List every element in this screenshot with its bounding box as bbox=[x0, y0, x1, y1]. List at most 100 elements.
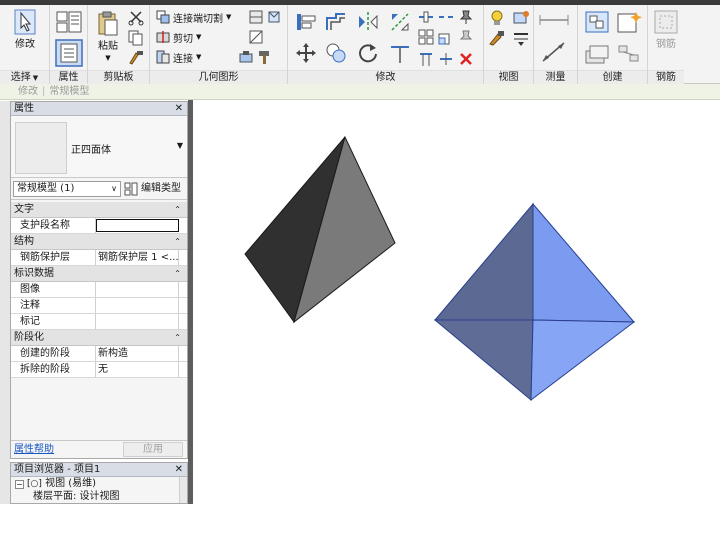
join-cut-button[interactable]: 连接端切割 ▼ bbox=[156, 8, 231, 26]
group-structure[interactable]: 结构 ⌃ bbox=[11, 234, 187, 250]
property-value-input[interactable] bbox=[96, 219, 179, 232]
properties-panel: 属性 bbox=[50, 5, 88, 84]
property-row: 图像 bbox=[11, 282, 187, 298]
close-icon[interactable]: ✕ bbox=[175, 463, 183, 477]
remove-paint-icon[interactable] bbox=[238, 49, 254, 65]
property-row: 支护段名称 bbox=[11, 218, 187, 234]
create-assembly-icon[interactable] bbox=[616, 43, 642, 65]
geometry-panel: 连接端切割 ▼ 剪切 ▼ 连接 ▼ 几何图形 bbox=[150, 5, 288, 84]
align-icon[interactable] bbox=[294, 10, 318, 34]
left-gutter bbox=[0, 101, 10, 504]
demolish-hammer-icon[interactable] bbox=[256, 49, 272, 65]
type-properties-icon[interactable] bbox=[56, 11, 82, 33]
property-row: 注释 bbox=[11, 298, 187, 314]
property-value[interactable]: 钢筋保护层 1 <... bbox=[96, 250, 179, 265]
tetrahedron-model[interactable] bbox=[244, 135, 396, 324]
trim-multiple-icon[interactable] bbox=[418, 51, 434, 67]
collapse-icon: ⌃ bbox=[174, 205, 181, 214]
trim-extend-icon[interactable] bbox=[388, 41, 412, 65]
copy-elements-icon[interactable] bbox=[324, 41, 348, 65]
modify-panel: 修改 bbox=[288, 5, 484, 84]
trim-single-icon[interactable] bbox=[438, 51, 454, 67]
close-icon[interactable]: ✕ bbox=[175, 102, 183, 116]
lightbulb-icon[interactable] bbox=[488, 9, 506, 27]
edit-type-button[interactable]: 编辑类型 bbox=[124, 181, 181, 197]
join-cut-icon bbox=[156, 10, 170, 24]
cut-scissors-icon[interactable] bbox=[128, 10, 144, 26]
unpin-icon[interactable] bbox=[458, 29, 474, 45]
octa-face-lower-right bbox=[530, 319, 636, 402]
mirror-draw-icon[interactable] bbox=[388, 10, 412, 34]
property-value[interactable]: 无 bbox=[96, 362, 179, 377]
properties-footer: 属性帮助 应用 bbox=[11, 440, 187, 458]
mirror-axis-icon[interactable] bbox=[356, 10, 380, 34]
property-value[interactable] bbox=[96, 314, 179, 329]
property-row: 创建的阶段 新构造 bbox=[11, 346, 187, 362]
create-group-icon[interactable] bbox=[584, 10, 610, 34]
chevron-down-icon[interactable]: ▼ bbox=[177, 141, 183, 150]
apply-button[interactable]: 应用 bbox=[123, 442, 183, 457]
tree-item-views[interactable]: − [○] 视图 (易维) bbox=[11, 477, 187, 490]
properties-icon[interactable] bbox=[55, 39, 83, 67]
paste-icon bbox=[98, 11, 118, 36]
clipboard-panel-title: 剪贴板 bbox=[88, 70, 149, 84]
split-gap-icon[interactable] bbox=[438, 9, 454, 25]
instance-filter-select[interactable]: 常规模型 (1) ∨ bbox=[13, 181, 121, 197]
group-phasing[interactable]: 阶段化 ⌃ bbox=[11, 330, 187, 346]
measure-between-icon[interactable] bbox=[538, 13, 574, 27]
collapse-toggle-icon[interactable]: − bbox=[15, 480, 24, 489]
group-identity-data[interactable]: 标识数据 ⌃ bbox=[11, 266, 187, 282]
rebar-button[interactable]: 钢筋 bbox=[651, 9, 681, 50]
model-view-svg bbox=[244, 135, 636, 402]
type-selector[interactable]: 正四面体 ▼ bbox=[11, 116, 187, 178]
match-properties-icon[interactable] bbox=[128, 50, 144, 66]
override-graphics-icon[interactable] bbox=[488, 29, 506, 47]
offset-icon[interactable] bbox=[324, 10, 348, 34]
property-row: 标记 bbox=[11, 314, 187, 330]
paste-button[interactable]: 粘贴 ▼ bbox=[94, 11, 122, 63]
cut-geometry-button[interactable]: 剪切 ▼ bbox=[156, 28, 201, 46]
modify-button[interactable]: 修改 bbox=[8, 9, 42, 50]
measure-panel: 测量 bbox=[534, 5, 578, 84]
property-row: 钢筋保护层 钢筋保护层 1 <... bbox=[11, 250, 187, 266]
scale-icon[interactable] bbox=[438, 29, 454, 45]
array-icon[interactable] bbox=[418, 29, 434, 45]
collapse-icon: ⌃ bbox=[174, 237, 181, 246]
pin-icon[interactable] bbox=[458, 9, 474, 25]
properties-title-bar[interactable]: 属性 ✕ bbox=[11, 102, 187, 116]
properties-grid: 文字 ⌃ 支护段名称 结构 ⌃ 钢筋保护层 钢筋保护层 1 <... 标识数据 ⌃ 图… bbox=[11, 202, 187, 378]
octahedron-model-selected[interactable] bbox=[433, 202, 636, 402]
rotate-icon[interactable] bbox=[356, 41, 380, 65]
tree-item-floor-plan[interactable]: 楼层平面: 设计视图 bbox=[11, 490, 187, 503]
select-panel-title[interactable]: 选择 ▼ bbox=[0, 70, 49, 84]
project-browser-title-bar[interactable]: 项目浏览器 - 项目1 ✕ bbox=[11, 463, 187, 477]
join-geometry-button[interactable]: 连接 ▼ bbox=[156, 48, 201, 66]
create-parts-icon[interactable] bbox=[584, 43, 610, 65]
paint-icon[interactable] bbox=[266, 9, 282, 25]
create-similar-icon[interactable] bbox=[616, 10, 642, 34]
wall-join-icon[interactable] bbox=[248, 9, 264, 25]
move-icon[interactable] bbox=[294, 41, 318, 65]
property-value[interactable]: 新构造 bbox=[96, 346, 179, 361]
drawing-canvas[interactable] bbox=[193, 100, 720, 504]
ribbon: 修改 选择 ▼ 属性 粘贴 ▼ 剪贴板 连接端切割 ▼ 剪切 ▼ 连接 ▼ 几何… bbox=[0, 0, 720, 84]
octa-face-upper-left bbox=[433, 202, 534, 321]
property-value[interactable] bbox=[96, 298, 179, 313]
split-element-icon[interactable] bbox=[418, 9, 434, 25]
aligned-dimension-icon[interactable] bbox=[540, 39, 572, 65]
copy-icon[interactable] bbox=[128, 30, 144, 46]
geometry-panel-title: 几何图形 bbox=[150, 70, 287, 84]
properties-help-link[interactable]: 属性帮助 bbox=[14, 441, 54, 459]
split-face-icon[interactable] bbox=[248, 29, 264, 45]
options-context: 常规模型 bbox=[49, 86, 90, 97]
browser-scrollbar[interactable] bbox=[179, 477, 187, 503]
linework-icon[interactable] bbox=[512, 29, 530, 47]
type-name: 正四面体 bbox=[71, 145, 111, 156]
rebar-panel-title: 钢筋 bbox=[648, 70, 684, 84]
rebar-panel: 钢筋 钢筋 bbox=[648, 5, 684, 84]
delete-icon[interactable] bbox=[458, 51, 474, 67]
property-value[interactable] bbox=[96, 282, 179, 297]
hide-element-icon[interactable] bbox=[512, 9, 530, 27]
group-text[interactable]: 文字 ⌃ bbox=[11, 202, 187, 218]
modify-panel-title: 修改 bbox=[288, 70, 483, 84]
